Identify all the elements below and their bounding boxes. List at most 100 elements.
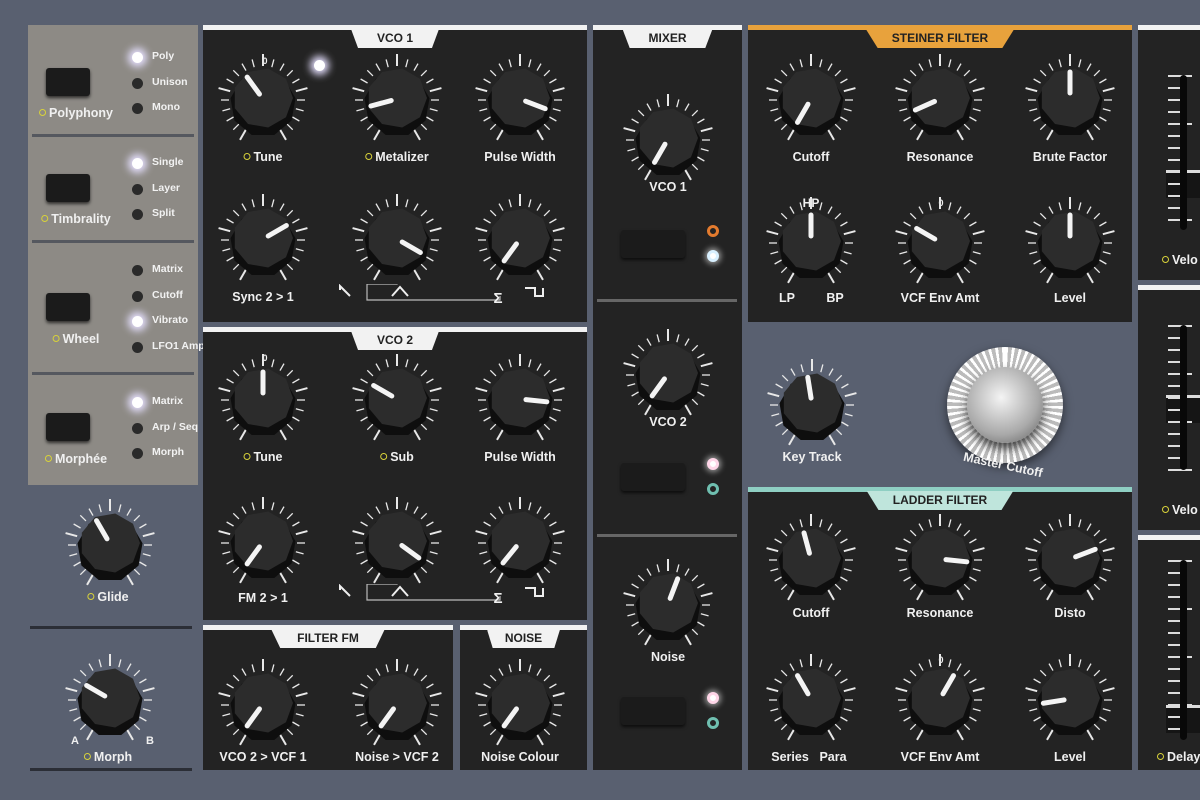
timbrality-option-label: Single — [152, 156, 184, 168]
route-led-bottom — [707, 250, 719, 262]
master-cutoff-knob[interactable] — [967, 367, 1043, 443]
key-track-knob[interactable] — [764, 357, 860, 453]
ladder-knob[interactable] — [892, 652, 988, 748]
triangle-wave-icon — [391, 285, 409, 297]
glide-label: Glide — [87, 590, 129, 604]
saw-wave-icon — [339, 584, 351, 597]
mixer-0-level-knob[interactable] — [620, 92, 716, 188]
steiner-knob[interactable] — [763, 52, 859, 148]
mixer-2-level-knob[interactable] — [620, 557, 716, 653]
morph-label: Morph — [83, 750, 132, 764]
vco1-knob-label: Metalizer — [365, 150, 429, 164]
filter_fm-knob[interactable] — [215, 657, 311, 753]
triangle-wave-icon — [391, 585, 409, 597]
vco2-knob[interactable] — [215, 495, 311, 591]
knob-graphic — [218, 659, 308, 746]
route-led-bottom — [707, 717, 719, 729]
vco2-knob[interactable] — [472, 495, 568, 591]
vco1-knob-label: Sync 2 > 1 — [232, 290, 294, 304]
waveform-selector-legend — [339, 584, 544, 601]
morph-knob[interactable] — [62, 652, 158, 748]
steiner-knob-label: Cutoff — [792, 150, 830, 164]
mixer-filter-route-button[interactable] — [621, 463, 685, 491]
velo-label: Velo — [1162, 503, 1198, 517]
vco2-knob[interactable] — [349, 495, 445, 591]
steiner-knob[interactable] — [1022, 52, 1118, 148]
steiner-knob[interactable] — [1022, 195, 1118, 291]
vco1-knob[interactable] — [349, 52, 445, 148]
slider-tick — [1168, 469, 1192, 471]
knob-graphic — [475, 54, 565, 141]
ladder-knob[interactable] — [763, 512, 859, 608]
knob-graphic — [218, 54, 308, 141]
knob-graphic — [475, 659, 565, 746]
knob-graphic — [767, 359, 857, 446]
mixer-filter-route-button[interactable] — [621, 230, 685, 258]
steiner-knob[interactable] — [892, 195, 988, 291]
vco1-knob[interactable] — [472, 52, 568, 148]
vco1-title: VCO 1 — [350, 29, 440, 48]
wheel-label: Wheel — [52, 332, 99, 346]
steiner-title: STEINER FILTER — [865, 29, 1015, 48]
ladder-knob[interactable] — [1022, 512, 1118, 608]
mixer-1-level-knob[interactable] — [620, 327, 716, 423]
wheel-button[interactable] — [46, 293, 90, 321]
square-wave-icon — [525, 587, 544, 597]
glide-knob[interactable] — [62, 497, 158, 593]
filter_fm-knob[interactable] — [349, 657, 445, 753]
mixer-channel-label: Noise — [650, 650, 686, 664]
divider — [30, 768, 192, 771]
vco1-knob[interactable] — [215, 192, 311, 288]
lp-label: LP — [779, 291, 795, 305]
route-led-bottom — [707, 483, 719, 495]
vco1-knob[interactable] — [349, 192, 445, 288]
divider — [30, 626, 192, 629]
steiner-knob[interactable] — [763, 195, 859, 291]
delay-slider-panel — [1138, 535, 1200, 770]
morphee-led — [132, 422, 143, 434]
knob-pointer — [943, 557, 970, 565]
knob-graphic — [475, 194, 565, 281]
divider — [597, 534, 737, 537]
steiner-knob[interactable] — [892, 52, 988, 148]
vco2-knob[interactable] — [349, 352, 445, 448]
ladder-knob[interactable] — [1022, 652, 1118, 748]
morph-b-label: B — [146, 735, 154, 747]
ladder-knob[interactable] — [763, 652, 859, 748]
timbrality-button[interactable] — [46, 174, 90, 202]
route-led-top — [707, 225, 719, 237]
vco1-knob[interactable] — [472, 192, 568, 288]
divider — [597, 299, 737, 302]
slider-track[interactable] — [1180, 75, 1187, 230]
knob-graphic — [766, 654, 856, 741]
series-label: Series — [771, 750, 809, 764]
ladder-knob[interactable] — [892, 512, 988, 608]
vco1-knob[interactable] — [215, 52, 311, 148]
vco2-knob-label: FM 2 > 1 — [238, 591, 288, 605]
knob-graphic — [895, 514, 985, 601]
mixer-filter-route-button[interactable] — [621, 697, 685, 725]
knob-graphic — [352, 497, 442, 584]
vco2-knob-label: Tune — [243, 450, 282, 464]
noise-knob[interactable] — [472, 657, 568, 753]
slider-track[interactable] — [1180, 560, 1187, 740]
noise-knob-label: Noise Colour — [481, 750, 559, 764]
knob-graphic — [1025, 54, 1115, 141]
polyphony-button[interactable] — [46, 68, 90, 96]
wheel-option-label: LFO1 Amp — [152, 339, 205, 352]
knob-graphic — [623, 329, 713, 416]
morphee-button[interactable] — [46, 413, 90, 441]
knob-graphic — [65, 499, 155, 586]
morph-a-label: A — [71, 735, 79, 747]
vco2-knob[interactable] — [215, 352, 311, 448]
knob-pointer — [1040, 697, 1067, 706]
slider-track[interactable] — [1180, 325, 1187, 470]
vco2-knob[interactable] — [472, 352, 568, 448]
para-label: Para — [819, 750, 847, 764]
timbrality-label: Timbrality — [41, 212, 111, 226]
vco2-title: VCO 2 — [350, 331, 440, 350]
divider — [32, 134, 194, 137]
knob-pointer — [805, 374, 814, 401]
vco2-knob-label: Pulse Width — [484, 450, 556, 464]
ladder-knob-label: VCF Env Amt — [900, 750, 980, 764]
